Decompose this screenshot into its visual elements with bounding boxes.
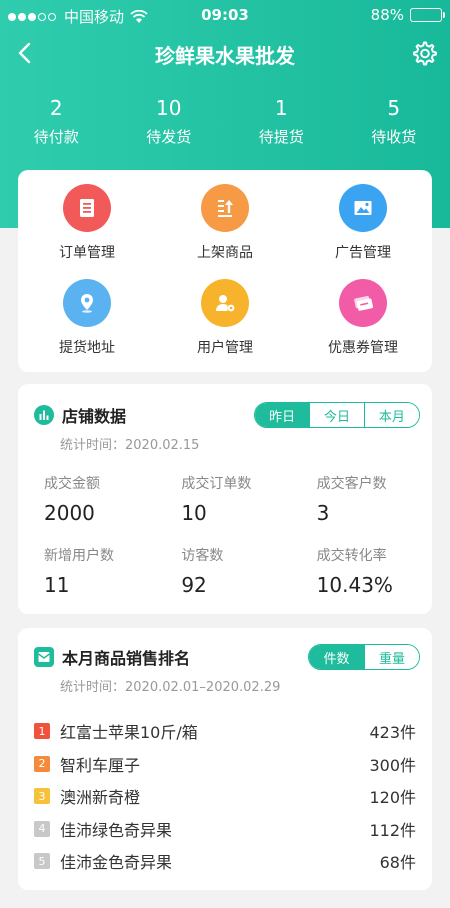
period-segmented-control: 昨日 今日 本月 (254, 402, 420, 428)
metric-value: 92 (181, 573, 207, 597)
sales-count: 300件 (369, 755, 416, 775)
sales-count: 112件 (369, 820, 416, 840)
rank-badge: 3 (34, 788, 50, 805)
rank-badge: 5 (34, 853, 50, 870)
tab-this-month[interactable]: 本月 (363, 403, 419, 427)
metric-value: 11 (44, 573, 70, 597)
user-settings-icon (200, 279, 249, 327)
tab-yesterday[interactable]: 昨日 (255, 403, 310, 427)
menu-label: 上架商品 (196, 245, 253, 261)
order-status-pending-payment[interactable]: 2 待付款 (0, 96, 113, 147)
tab-weight[interactable]: 重量 (363, 645, 419, 669)
metric-cell: 成交客户数 3 (303, 473, 432, 545)
battery-status: 88% (370, 6, 445, 24)
stat-time: 统计时间：2020.02.01–2020.02.29 (60, 680, 281, 695)
ranking-list: 1 红富士苹果10斤/箱 423件 2 智利车厘子 300件 3 澳洲新奇橙 1… (18, 715, 432, 878)
sales-ranking-card: 本月商品销售排名 件数 重量 统计时间：2020.02.01–2020.02.2… (18, 628, 432, 890)
order-label: 待收货 (371, 128, 417, 146)
function-menu-card: 订单管理 上架商品 广告管理 提货地址 用户管理 优惠券管理 (18, 170, 432, 372)
order-status-pending-pickup[interactable]: 1 待提货 (225, 96, 338, 147)
section-title: 店铺数据 (62, 407, 127, 426)
upload-goods-icon (200, 184, 249, 232)
menu-label: 优惠券管理 (327, 340, 398, 356)
product-name: 智利车厘子 (60, 755, 141, 775)
metric-label: 成交金额 (44, 476, 100, 492)
metric-cell: 成交订单数 10 (173, 473, 302, 545)
metric-cell: 成交金额 2000 (44, 473, 173, 545)
menu-item-pickup-address[interactable]: 提货地址 (18, 279, 156, 374)
rank-badge: 2 (34, 755, 50, 772)
list-item[interactable]: 5 佳沛金色奇异果 68件 (34, 845, 416, 878)
product-name: 红富士苹果10斤/箱 (60, 723, 198, 743)
menu-item-ad-management[interactable]: 广告管理 (294, 184, 432, 279)
metric-value: 2000 (44, 501, 95, 525)
section-title: 本月商品销售排名 (62, 649, 191, 668)
menu-label: 订单管理 (58, 245, 115, 261)
battery-icon (410, 8, 445, 22)
section-header: 本月商品销售排名 件数 重量 (18, 640, 432, 674)
list-item[interactable]: 3 澳洲新奇橙 120件 (34, 780, 416, 813)
battery-percent: 88% (370, 6, 404, 24)
menu-item-order-management[interactable]: 订单管理 (18, 184, 156, 279)
product-name: 佳沛金色奇异果 (60, 853, 173, 873)
order-count: 1 (274, 96, 288, 120)
tab-today[interactable]: 今日 (309, 403, 364, 427)
order-label: 待发货 (146, 128, 192, 146)
gear-icon[interactable] (410, 39, 438, 67)
order-count: 5 (387, 96, 401, 120)
sales-count: 423件 (369, 723, 416, 743)
menu-label: 广告管理 (334, 245, 391, 261)
metric-label: 新增用户数 (44, 548, 114, 564)
metric-cell: 新增用户数 11 (44, 545, 173, 617)
menu-item-coupon-management[interactable]: 优惠券管理 (294, 279, 432, 374)
order-status-bar: 2 待付款 10 待发货 1 待提货 5 待收货 (0, 96, 450, 147)
stat-time: 统计时间：2020.02.15 (60, 438, 200, 453)
nav-bar: 珍鲜果水果批发 (0, 30, 450, 76)
status-bar: 中国移动 09:03 88% (0, 0, 450, 30)
metric-label: 成交客户数 (316, 476, 387, 492)
product-name: 澳洲新奇橙 (60, 788, 141, 808)
product-name: 佳沛绿色奇异果 (60, 820, 173, 840)
rank-badge: 1 (34, 723, 50, 740)
metric-cell: 成交转化率 10.43% (303, 545, 432, 617)
order-label: 待付款 (33, 128, 79, 146)
order-list-icon (62, 184, 111, 232)
mailbox-icon (34, 647, 54, 667)
metric-label: 成交转化率 (316, 548, 387, 564)
order-label: 待提货 (258, 128, 304, 146)
metric-value: 10 (181, 501, 207, 525)
coupon-icon (338, 279, 387, 327)
order-count: 10 (156, 96, 182, 120)
menu-label: 用户管理 (196, 340, 253, 356)
metric-label: 成交订单数 (181, 476, 252, 492)
order-status-pending-receipt[interactable]: 5 待收货 (338, 96, 450, 147)
metric-cell: 访客数 92 (173, 545, 302, 617)
store-data-card: 店铺数据 昨日 今日 本月 统计时间：2020.02.15 成交金额 2000 … (18, 384, 432, 614)
sales-count: 68件 (379, 853, 416, 873)
ranking-unit-segmented-control: 件数 重量 (308, 644, 420, 670)
location-pin-icon (62, 279, 111, 327)
sales-count: 120件 (369, 788, 416, 808)
metric-value: 3 (316, 501, 330, 525)
metric-value: 10.43% (316, 573, 393, 597)
list-item[interactable]: 2 智利车厘子 300件 (34, 748, 416, 781)
order-count: 2 (49, 96, 63, 120)
rank-badge: 4 (34, 820, 50, 837)
page-title: 珍鲜果水果批发 (155, 44, 295, 68)
order-status-pending-shipment[interactable]: 10 待发货 (113, 96, 226, 147)
menu-label: 提货地址 (58, 340, 115, 356)
menu-item-user-management[interactable]: 用户管理 (156, 279, 294, 374)
section-header: 店铺数据 昨日 今日 本月 (18, 398, 432, 432)
list-item[interactable]: 1 红富士苹果10斤/箱 423件 (34, 715, 416, 748)
menu-item-list-goods[interactable]: 上架商品 (156, 184, 294, 279)
tab-pieces[interactable]: 件数 (309, 645, 364, 669)
metric-label: 访客数 (181, 548, 224, 564)
metrics-grid: 成交金额 2000 成交订单数 10 成交客户数 3 新增用户数 11 访客数 … (18, 473, 432, 617)
bar-chart-icon (34, 405, 54, 425)
list-item[interactable]: 4 佳沛绿色奇异果 112件 (34, 813, 416, 846)
image-ad-icon (338, 184, 387, 232)
